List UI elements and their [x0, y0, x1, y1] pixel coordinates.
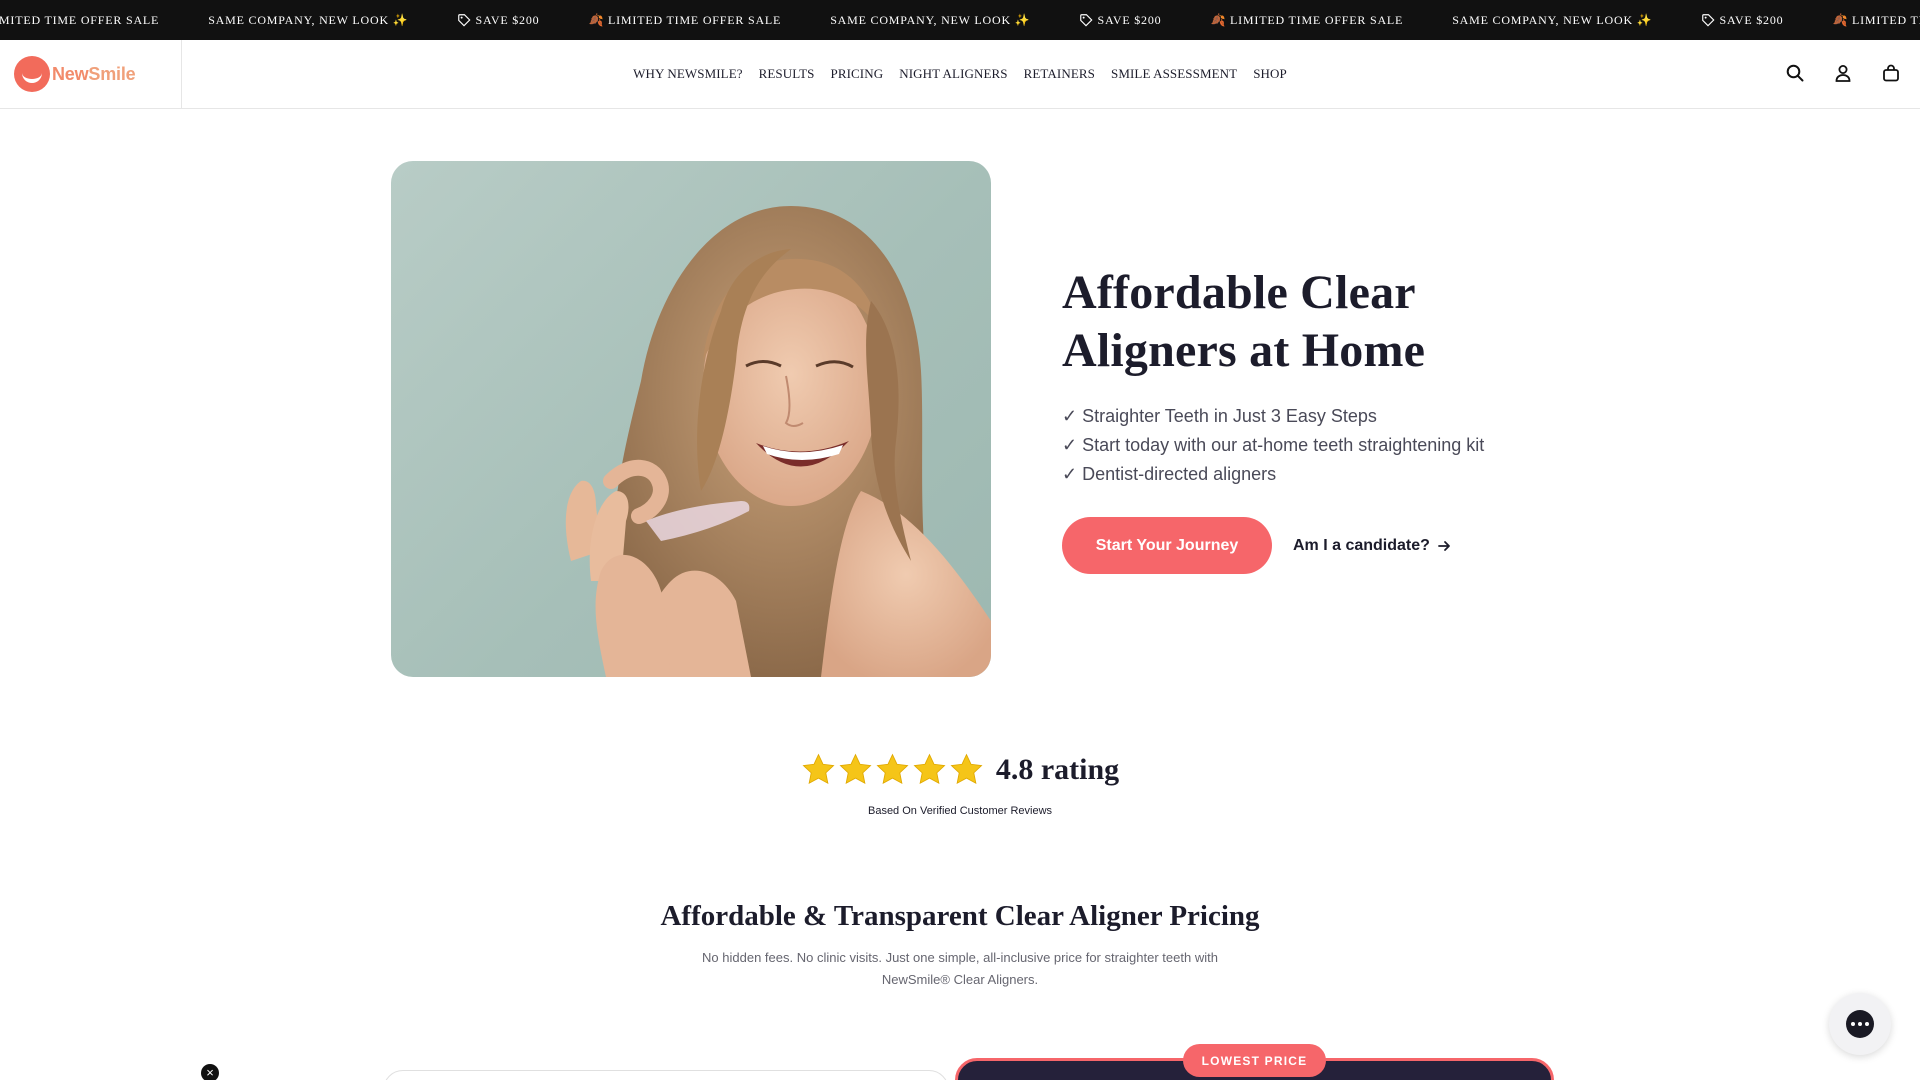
- hero-title: Affordable Clear Aligners at Home: [1062, 264, 1582, 380]
- logo-link[interactable]: NewSmile: [0, 40, 182, 108]
- rating-summary: 4.8 rating: [0, 752, 1920, 787]
- announcement-item: 🍂 LIMITED TIME OFFER SALE: [588, 12, 782, 27]
- pricing-subtitle: No hidden fees. No clinic visits. Just o…: [702, 950, 1218, 987]
- hero-content: Affordable Clear Aligners at Home ✓ Stra…: [1062, 264, 1582, 489]
- announcement-item: 🍂 LIMITED TIME OFFER SALE: [1832, 12, 1920, 27]
- tag-icon: [458, 14, 471, 27]
- nav-shop[interactable]: SHOP: [1253, 66, 1287, 82]
- pricing-card-standard: [383, 1070, 949, 1080]
- account-icon[interactable]: [1832, 62, 1854, 84]
- hero-title-line2: Aligners at Home: [1062, 324, 1426, 377]
- tag-icon: [1702, 14, 1715, 27]
- hero-title-line1: Affordable Clear: [1062, 266, 1416, 319]
- announcement-item-text: SAVE $200: [1097, 12, 1162, 27]
- hero-image: [391, 161, 991, 677]
- chat-widget-button[interactable]: [1829, 993, 1891, 1055]
- benefit-item: ✓ Dentist-directed aligners: [1062, 464, 1277, 484]
- nav-pricing[interactable]: PRICING: [830, 66, 883, 82]
- benefit-item: ✓ Start today with our at-home teeth str…: [1062, 435, 1485, 455]
- nav-results[interactable]: RESULTS: [759, 66, 815, 82]
- announcement-item: SAVE $200: [1701, 13, 1783, 28]
- tag-icon: [1080, 14, 1093, 27]
- announcement-bar: LIMITED TIME OFFER SALE SAME COMPANY, NE…: [0, 0, 1920, 40]
- close-icon[interactable]: ×: [201, 1064, 219, 1080]
- announcement-item: 🍂 LIMITED TIME OFFER SALE: [1210, 12, 1404, 27]
- star-icon: [839, 753, 872, 785]
- nav-retainers[interactable]: RETAINERS: [1024, 66, 1095, 82]
- star-icon: [913, 753, 946, 785]
- star-icon: [802, 753, 835, 785]
- announcement-track: LIMITED TIME OFFER SALE SAME COMPANY, NE…: [0, 0, 1920, 40]
- smile-logo-icon: [14, 56, 50, 92]
- star-rating: [801, 752, 984, 787]
- pricing-title: Affordable & Transparent Clear Aligner P…: [660, 900, 1260, 932]
- benefit-item: ✓ Straighter Teeth in Just 3 Easy Steps: [1062, 406, 1377, 426]
- star-icon: [876, 753, 909, 785]
- lowest-price-badge: LOWEST PRICE: [1183, 1044, 1326, 1077]
- logo-wordmark: NewSmile: [52, 63, 136, 85]
- start-journey-button[interactable]: Start Your Journey: [1062, 517, 1272, 574]
- announcement-item: SAVE $200: [1079, 13, 1161, 28]
- announcement-item: SAME COMPANY, NEW LOOK ✨: [1452, 12, 1653, 27]
- announcement-item-text: SAVE $200: [1719, 12, 1784, 27]
- nav-smile-assessment[interactable]: SMILE ASSESSMENT: [1111, 66, 1237, 82]
- hero-cta-row: Start Your Journey Am I a candidate?: [1062, 517, 1451, 574]
- search-icon[interactable]: [1784, 62, 1806, 84]
- arrow-right-icon: [1438, 540, 1450, 551]
- site-header: NewSmile WHY NEWSMILE? RESULTS PRICING N…: [0, 40, 1920, 109]
- logo-text-part2: Smile: [88, 63, 136, 84]
- chat-icon: [1846, 1010, 1874, 1038]
- announcement-item: SAVE $200: [457, 13, 539, 28]
- cart-icon[interactable]: [1880, 62, 1902, 84]
- candidate-link-label: Am I a candidate?: [1293, 536, 1430, 554]
- woman-with-aligner-image: [565, 206, 991, 677]
- hero-benefits-list: ✓ Straighter Teeth in Just 3 Easy Steps …: [1062, 402, 1582, 489]
- main-nav: WHY NEWSMILE? RESULTS PRICING NIGHT ALIG…: [0, 40, 1920, 108]
- nav-why-newsmile[interactable]: WHY NEWSMILE?: [633, 66, 742, 82]
- logo-text-part1: New: [52, 63, 89, 84]
- star-icon: [950, 753, 983, 785]
- announcement-item-text: SAVE $200: [475, 12, 540, 27]
- candidate-link[interactable]: Am I a candidate?: [1293, 537, 1451, 555]
- announcement-item: SAME COMPANY, NEW LOOK ✨: [830, 12, 1031, 27]
- announcement-item: SAME COMPANY, NEW LOOK ✨: [208, 12, 409, 27]
- header-actions: [1784, 62, 1902, 84]
- nav-night-aligners[interactable]: NIGHT ALIGNERS: [899, 66, 1007, 82]
- rating-subtext: Based On Verified Customer Reviews: [867, 805, 1053, 817]
- announcement-item: LIMITED TIME OFFER SALE: [0, 12, 160, 27]
- rating-value: 4.8 rating: [995, 752, 1120, 786]
